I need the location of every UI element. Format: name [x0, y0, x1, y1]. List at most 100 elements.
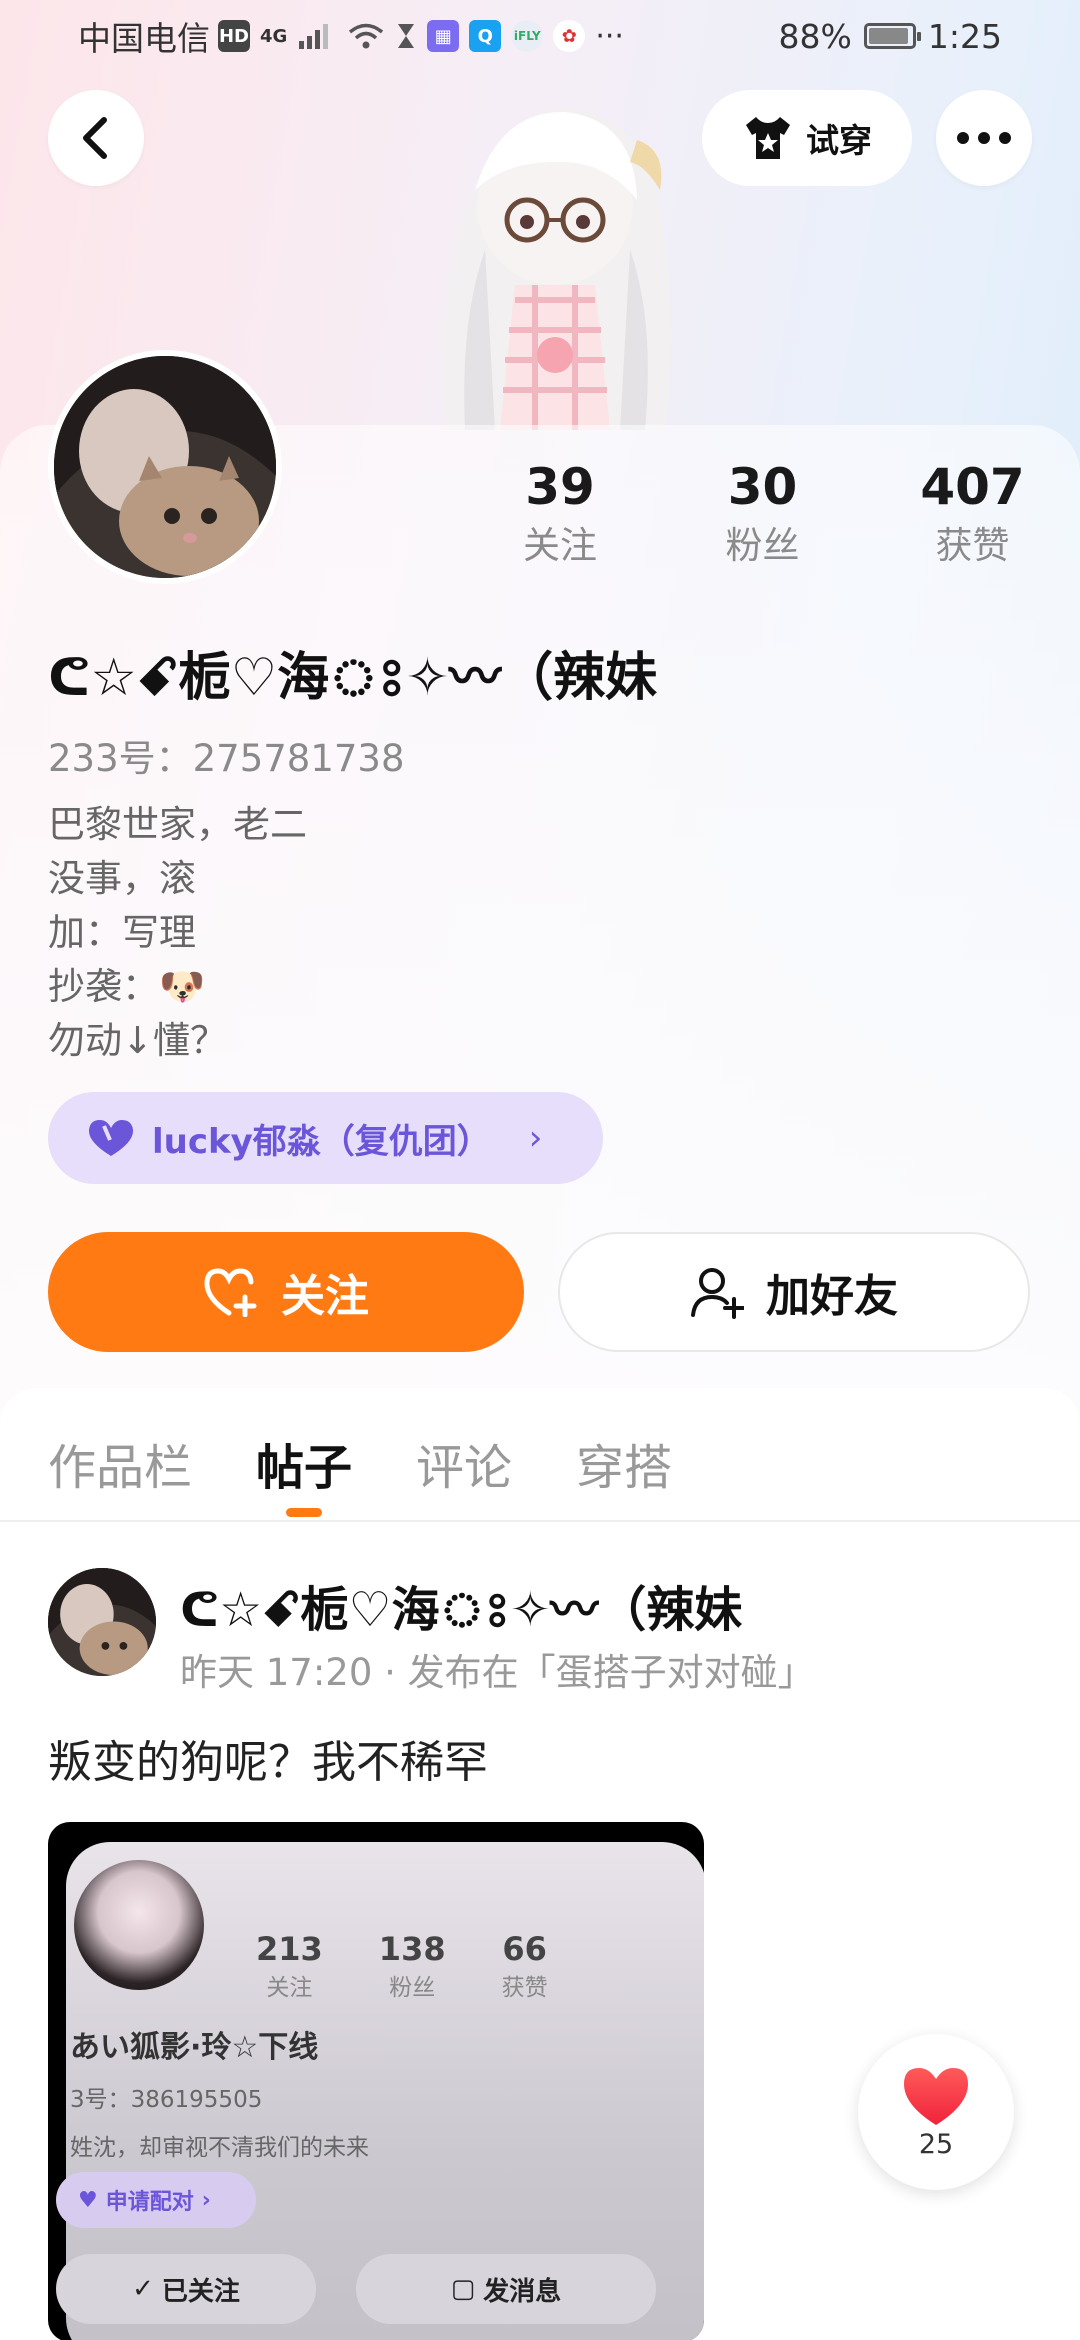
- avatar-photo: [48, 1568, 156, 1676]
- tab-label: 评论: [416, 1440, 513, 1496]
- wifi-icon: [349, 23, 384, 49]
- app-notification-icon: ▦: [427, 20, 460, 52]
- more-button[interactable]: [936, 90, 1032, 186]
- profile-tabs: 作品栏 帖子 评论 穿搭: [48, 1428, 672, 1517]
- screenshot-chip: ♥ 申请配对 ›: [56, 2172, 256, 2228]
- team-chip[interactable]: lucky郁淼（复仇团） ›: [48, 1092, 603, 1184]
- stat-label: 获赞: [935, 524, 1010, 567]
- screenshot-btn-label: 已关注: [161, 2276, 240, 2307]
- try-on-button[interactable]: 试穿: [702, 90, 912, 186]
- screenshot-message-button: ▢ 发消息: [356, 2254, 656, 2324]
- like-button[interactable]: 25: [858, 2034, 1014, 2190]
- more-notifications-icon: ···: [595, 18, 624, 54]
- screenshot-stat: 66 获赞: [502, 1930, 548, 2002]
- battery-icon: [863, 23, 921, 49]
- stat-value: 30: [727, 458, 798, 516]
- stat-followers[interactable]: 30 粉丝: [630, 455, 895, 573]
- network-icon: 4G: [260, 25, 288, 47]
- try-on-label: 试穿: [806, 121, 872, 160]
- bio-line: 加：写理: [48, 911, 196, 954]
- tab-indicator: [286, 1508, 323, 1517]
- status-bar: 中国电信 HD 4G ▦ Q iFLY ✿ ··· 88% 1:25: [0, 0, 1080, 72]
- profile-avatar[interactable]: [48, 350, 282, 584]
- status-icons: HD 4G ▦ Q iFLY ✿ ···: [218, 19, 624, 54]
- carrier-label: 中国电信: [78, 19, 210, 58]
- stat-label: 关注: [523, 524, 597, 567]
- stat-following[interactable]: 39 关注: [490, 455, 630, 573]
- screenshot-stat: 213 关注: [256, 1930, 323, 2002]
- back-button[interactable]: [48, 90, 144, 186]
- stat-label: 粉丝: [389, 1975, 436, 2001]
- bio-line: 巴黎世家，老二: [48, 803, 307, 846]
- screenshot-stat: 138 粉丝: [379, 1930, 446, 2002]
- screenshot-chip-label: 申请配对: [105, 2190, 194, 2215]
- stat-value: 66: [502, 1930, 547, 1968]
- screenshot-name: あい狐影·玲☆下线: [70, 2030, 319, 2065]
- stat-value: 213: [256, 1930, 323, 1968]
- heart-plus-icon: [204, 1268, 257, 1317]
- screenshot-followed-button: ✓ 已关注: [56, 2254, 316, 2324]
- team-chip-label: lucky郁淼（复仇团）: [152, 1121, 491, 1162]
- avatar-character-image: [443, 109, 672, 430]
- stat-label: 粉丝: [725, 524, 800, 567]
- add-friend-button[interactable]: 加好友: [558, 1232, 1030, 1352]
- stat-likes[interactable]: 407 获赞: [895, 455, 1050, 573]
- stat-value: 407: [920, 458, 1025, 516]
- tshirt-icon: [746, 117, 790, 159]
- avatar-photo: [54, 356, 276, 578]
- follow-label: 关注: [281, 1271, 369, 1322]
- screenshot-stats: 213 关注 138 粉丝 66 获赞: [256, 1930, 548, 2002]
- follow-button[interactable]: 关注: [48, 1232, 524, 1352]
- bio-line: 抄袭：🐶: [48, 965, 206, 1008]
- signal-icon: [299, 24, 329, 49]
- stat-value: 39: [525, 458, 595, 516]
- post-meta: 昨天 17:20 · 发布在「蛋搭子对对碰」: [180, 1651, 815, 1694]
- clock: 1:25: [927, 16, 1002, 56]
- search-app-icon: Q: [469, 20, 502, 52]
- check-icon: ✓: [132, 2274, 154, 2304]
- content-section: 作品栏 帖子 评论 穿搭 ᕦ☆ꗃ栀♡海ঃ✧〰（辣妹 昨天 17:20 · 发布在…: [0, 1388, 1080, 2340]
- profile-uid: 233号：275781738: [48, 737, 405, 780]
- hd-icon: HD: [218, 20, 250, 52]
- paw-app-icon: ✿: [553, 20, 586, 52]
- post-image[interactable]: 213 关注 138 粉丝 66 获赞 あい狐影·玲☆下线 3号：386195505 …: [48, 1822, 704, 2340]
- screenshot-bio: 姓沈，却审视不清我们的未来: [70, 2135, 369, 2161]
- like-count: 25: [918, 2128, 954, 2160]
- post-author-name[interactable]: ᕦ☆ꗃ栀♡海ঃ✧〰（辣妹: [180, 1570, 742, 1653]
- post-text: 叛变的狗呢？我不稀罕: [48, 1737, 488, 1788]
- hourglass-icon: [398, 24, 415, 48]
- profile-bio: 巴黎世家，老二 没事，滚 加：写理 抄袭：🐶 勿动↓懂？: [48, 798, 307, 1068]
- profile-nickname: ᕦ☆ꗃ栀♡海ঃ✧〰（辣妹: [48, 648, 658, 708]
- tab-works[interactable]: 作品栏: [48, 1428, 192, 1498]
- screenshot-content: 213 关注 138 粉丝 66 获赞 あい狐影·玲☆下线 3号：386195505 …: [56, 1842, 704, 2340]
- bio-line: 没事，滚: [48, 857, 196, 900]
- profile-stats: 39 关注 30 粉丝 407 获赞: [490, 455, 1050, 573]
- ifly-icon: iFLY: [511, 20, 544, 52]
- bio-line: 勿动↓懂？: [48, 1019, 228, 1062]
- tab-divider: [0, 1520, 1080, 1522]
- screenshot-id: 3号：386195505: [70, 2087, 263, 2113]
- tab-outfits[interactable]: 穿搭: [576, 1428, 672, 1498]
- chevron-left-icon: [83, 117, 107, 159]
- battery-percent: 88%: [778, 16, 852, 56]
- stat-label: 关注: [266, 1975, 313, 2001]
- screenshot-btn-label: 发消息: [483, 2276, 562, 2307]
- heart-icon: ♥: [78, 2187, 98, 2213]
- heart-icon: [904, 2067, 968, 2125]
- chat-icon: ▢: [450, 2274, 476, 2304]
- tab-label: 作品栏: [48, 1440, 193, 1496]
- add-friend-label: 加好友: [766, 1271, 898, 1322]
- more-dots-icon: [957, 132, 1011, 144]
- tab-label: 穿搭: [576, 1440, 673, 1496]
- post-author-avatar[interactable]: [48, 1568, 156, 1676]
- tab-label: 帖子: [256, 1440, 353, 1496]
- tab-posts[interactable]: 帖子: [256, 1428, 353, 1517]
- add-user-icon: [691, 1268, 744, 1319]
- screenshot-avatar: [74, 1860, 204, 1990]
- chevron-right-icon: ›: [528, 1118, 543, 1158]
- stat-label: 获赞: [501, 1975, 548, 2001]
- status-right: 88% 1:25: [779, 17, 1002, 56]
- tab-comments[interactable]: 评论: [416, 1428, 512, 1498]
- chevron-right-icon: ›: [201, 2187, 211, 2213]
- heart-link-icon: [88, 1120, 134, 1156]
